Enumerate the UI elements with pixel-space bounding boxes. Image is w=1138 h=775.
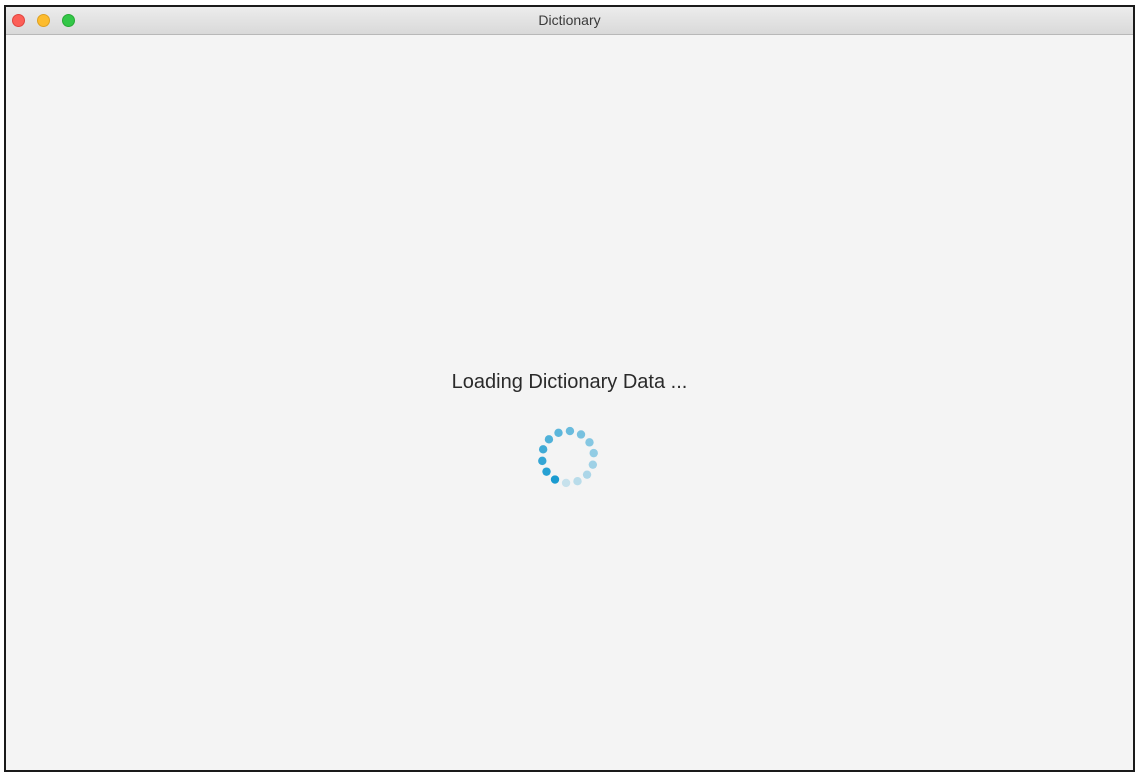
- spinner-dot: [576, 430, 586, 439]
- spinner-dot: [589, 448, 598, 458]
- spinner-dot: [588, 460, 598, 469]
- spinner-dot: [573, 477, 582, 486]
- app-window: Dictionary Loading Dictionary Data ...: [4, 5, 1135, 772]
- spinner-dot: [585, 438, 594, 447]
- spinner-dot: [544, 435, 554, 444]
- spinner-dot: [538, 445, 548, 454]
- spinner-dot: [550, 475, 560, 484]
- loading-spinner-icon: [538, 426, 598, 488]
- main-content: Loading Dictionary Data ...: [6, 35, 1133, 770]
- window-title: Dictionary: [538, 12, 601, 28]
- spinner-dot: [565, 426, 575, 436]
- title-bar[interactable]: Dictionary: [6, 7, 1133, 35]
- spinner-dot: [538, 456, 547, 466]
- spinner-dot: [582, 470, 592, 479]
- spinner-dot: [554, 428, 563, 437]
- spinner-dot: [542, 467, 551, 476]
- loading-message: Loading Dictionary Data ...: [451, 371, 688, 393]
- spinner-dot: [561, 478, 571, 488]
